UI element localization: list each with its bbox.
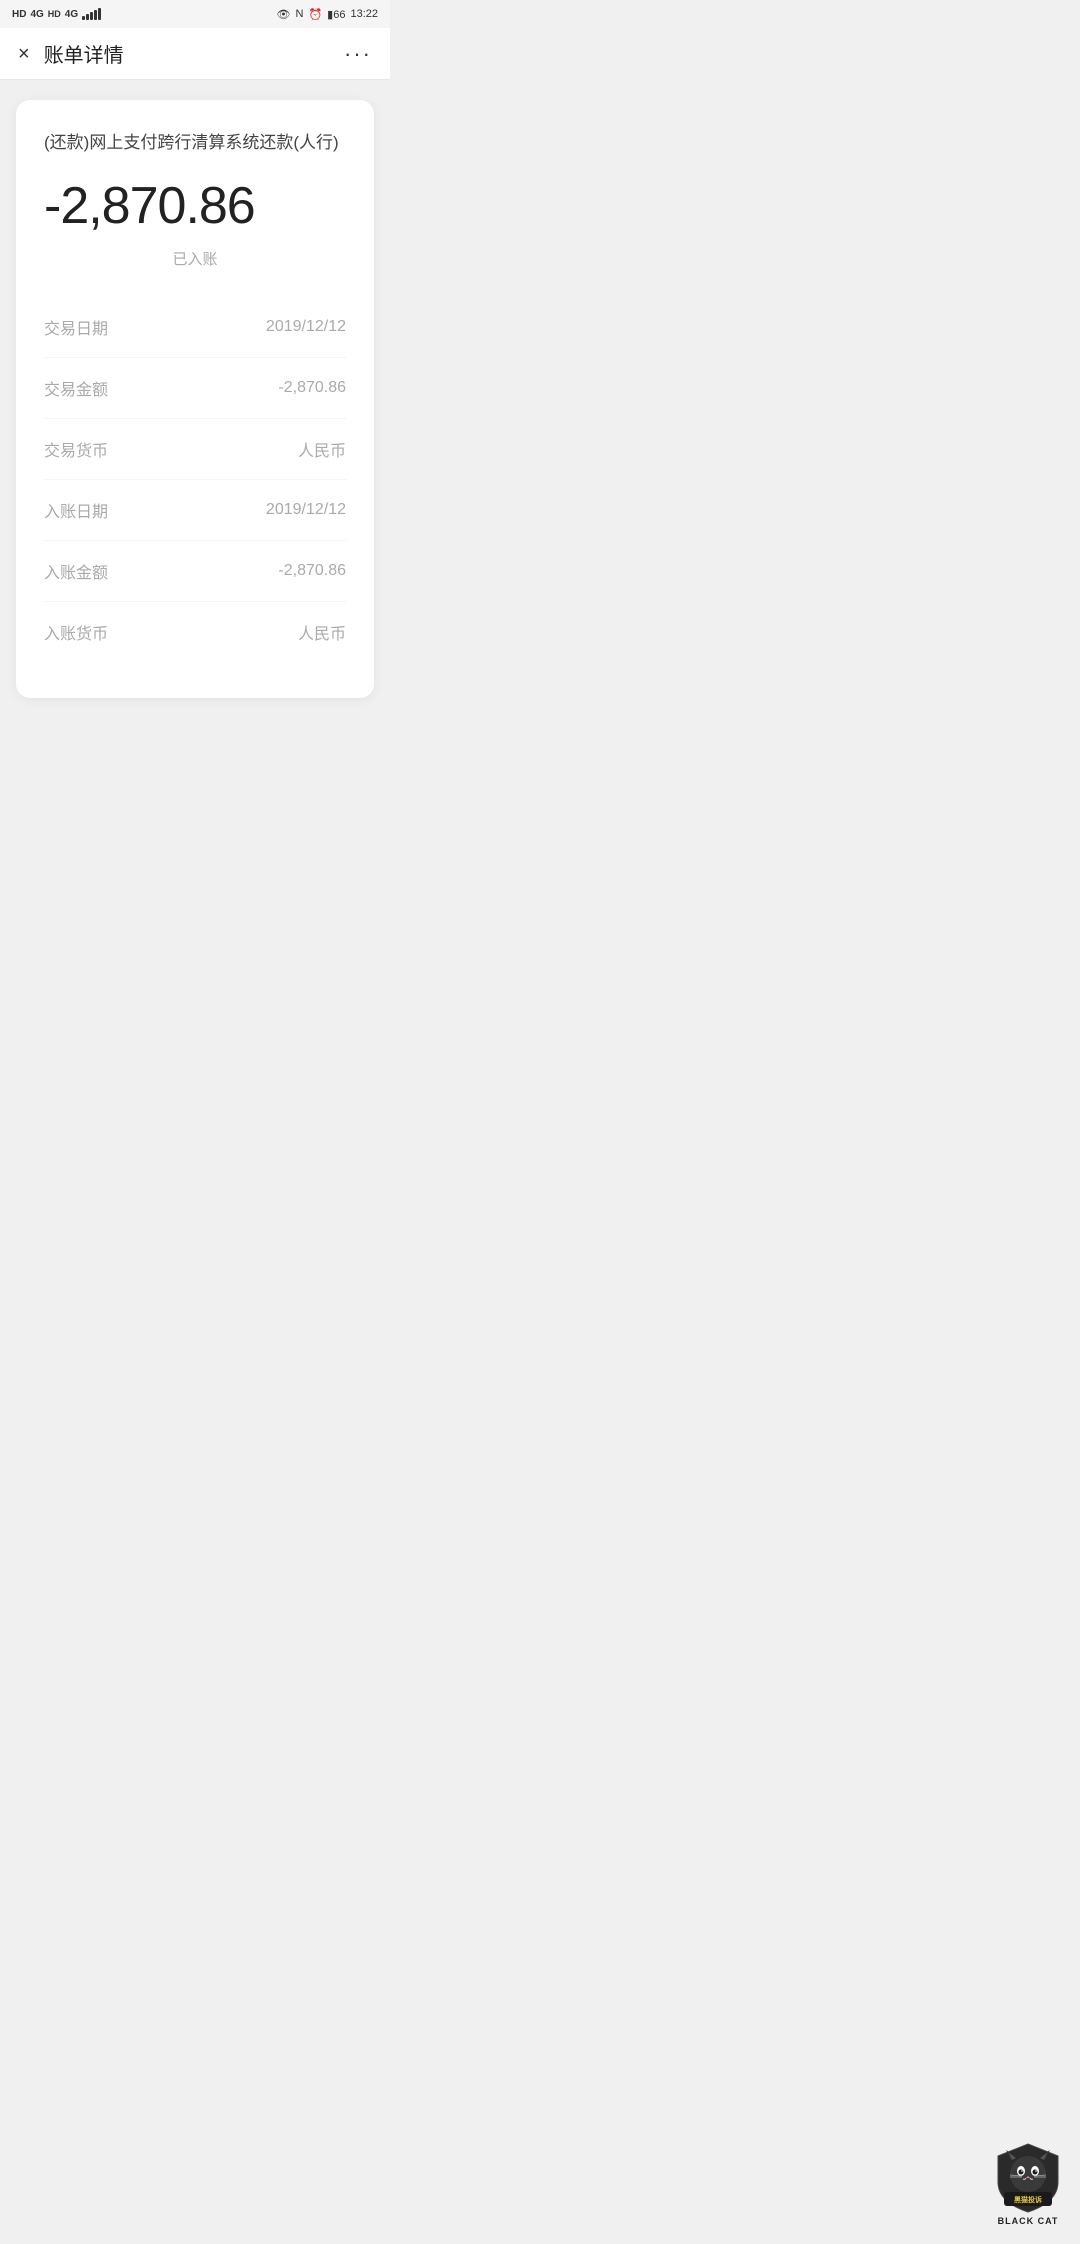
value-booking-date: 2019/12/12 [266,501,346,519]
detail-row-transaction-amount: 交易金额 -2,870.86 [44,358,346,419]
label-transaction-amount: 交易金额 [44,376,108,400]
page-title: 账单详情 [44,39,124,68]
status-bar: HD 4G HD 4G 👁 N ⏰ ▮66 13:22 [0,0,390,28]
detail-row-booking-currency: 入账货币 人民币 [44,602,346,662]
value-transaction-amount: -2,870.86 [278,379,346,397]
value-transaction-date: 2019/12/12 [266,318,346,336]
transaction-title: (还款)网上支付跨行清算系统还款(人行) [44,130,346,156]
network-indicator-hd1: HD [12,9,26,20]
more-button[interactable]: ··· [344,41,372,67]
status-left: HD 4G HD 4G [12,8,101,20]
signal-4g-2: 4G [65,9,78,20]
svg-text:黑猫投诉: 黑猫投诉 [1014,2195,1042,2204]
main-content: (还款)网上支付跨行清算系统还款(人行) -2,870.86 已入账 交易日期 … [0,80,390,718]
detail-rows: 交易日期 2019/12/12 交易金额 -2,870.86 交易货币 人民币 … [44,297,346,662]
detail-row-booking-date: 入账日期 2019/12/12 [44,480,346,541]
label-booking-amount: 入账金额 [44,559,108,583]
close-button[interactable]: × [18,44,30,64]
signal-4g-1: 4G [30,9,43,20]
detail-row-transaction-date: 交易日期 2019/12/12 [44,297,346,358]
black-cat-logo-container: 黑猫投诉 BLACK CAT [994,2142,1062,2226]
eye-icon: 👁 [277,8,291,21]
detail-row-transaction-currency: 交易货币 人民币 [44,419,346,480]
transaction-amount: -2,870.86 [44,176,346,236]
value-transaction-currency: 人民币 [298,437,346,461]
transaction-card: (还款)网上支付跨行清算系统还款(人行) -2,870.86 已入账 交易日期 … [16,100,374,698]
alarm-icon: ⏰ [308,8,322,21]
signal-strength [82,8,101,20]
label-transaction-currency: 交易货币 [44,437,108,461]
value-booking-amount: -2,870.86 [278,562,346,580]
label-booking-date: 入账日期 [44,498,108,522]
header: × 账单详情 ··· [0,28,390,80]
detail-row-booking-amount: 入账金额 -2,870.86 [44,541,346,602]
current-time: 13:22 [350,8,378,20]
black-cat-text: BLACK CAT [998,2216,1059,2226]
battery-icon: ▮66 [327,8,345,21]
label-booking-currency: 入账货币 [44,620,108,644]
value-booking-currency: 人民币 [298,620,346,644]
nfc-icon: N [296,8,304,20]
transaction-status: 已入账 [44,248,346,269]
label-transaction-date: 交易日期 [44,315,108,339]
network-indicator-hd2: HD [48,9,61,19]
black-cat-shield-icon: 黑猫投诉 [994,2142,1062,2214]
header-left: × 账单详情 [18,39,124,68]
status-right: 👁 N ⏰ ▮66 13:22 [277,8,378,21]
